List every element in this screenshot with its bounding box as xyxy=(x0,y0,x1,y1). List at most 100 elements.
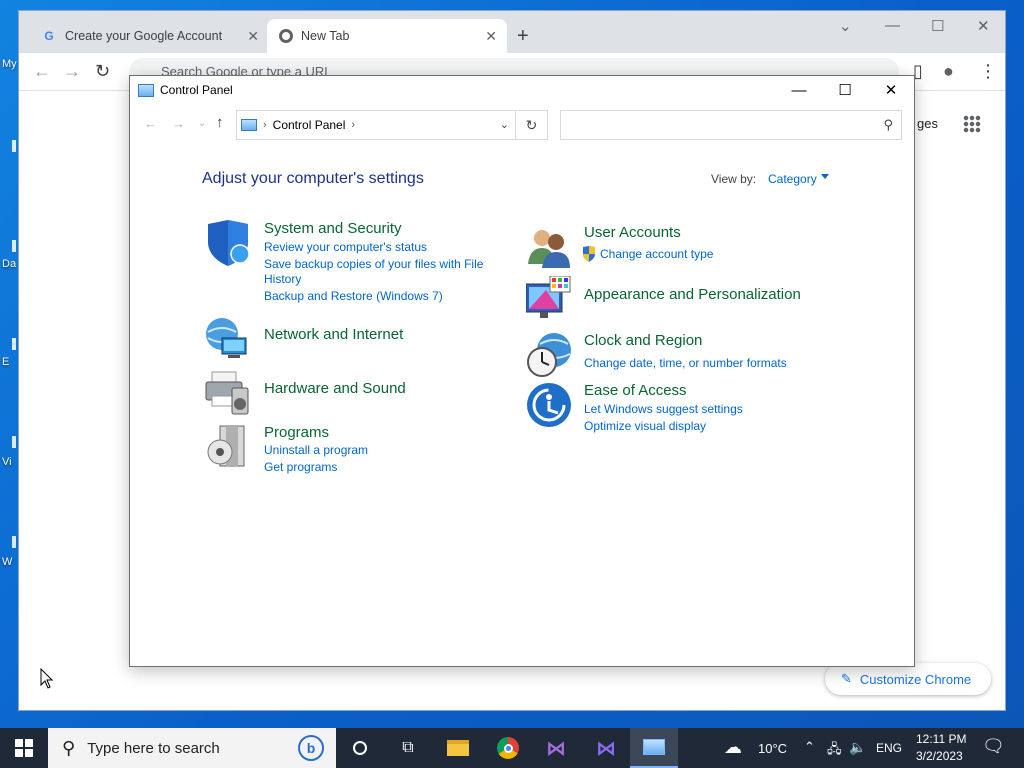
tab-search-chevron-icon[interactable]: ⌄ xyxy=(839,17,852,35)
appearance-monitor-icon[interactable] xyxy=(526,276,572,322)
network-icon[interactable]: 🖧 xyxy=(827,740,842,762)
control-panel-icon xyxy=(241,119,257,131)
clock-time[interactable]: 12:11 PM xyxy=(916,732,966,746)
menu-kebab-icon[interactable]: ⋮ xyxy=(979,61,997,82)
close-icon[interactable]: ✕ xyxy=(868,76,914,104)
maximize-icon[interactable]: ☐ xyxy=(931,17,944,35)
address-bar[interactable]: › Control Panel › ⌄ ↻ xyxy=(236,110,548,140)
forward-arrow-icon[interactable]: → xyxy=(172,116,185,131)
search-input[interactable]: ⚲ xyxy=(560,110,902,140)
printer-speaker-icon[interactable] xyxy=(204,370,250,416)
category-link[interactable]: Uninstall a program xyxy=(264,443,368,457)
shield-icon[interactable] xyxy=(204,220,250,266)
category-title[interactable]: Network and Internet xyxy=(264,326,403,343)
recent-locations-chevron-icon[interactable]: ⌄ xyxy=(198,118,206,129)
desktop-icon-label[interactable]: E xyxy=(2,356,9,368)
desktop-icon[interactable] xyxy=(12,536,16,548)
search-icon: ⚲ xyxy=(62,737,76,758)
minimize-icon[interactable]: — xyxy=(776,76,822,104)
search-icon: ⚲ xyxy=(883,117,893,132)
task-view-icon[interactable]: ⧉ xyxy=(384,728,432,768)
category-title[interactable]: Ease of Access xyxy=(584,382,687,399)
show-hidden-icons-chevron-icon[interactable]: ⌃ xyxy=(804,739,815,755)
back-arrow-icon[interactable]: ← xyxy=(144,116,157,131)
dropdown-arrow-icon[interactable] xyxy=(821,174,829,179)
view-by-label: View by: xyxy=(711,172,757,186)
tab-new-tab[interactable]: New Tab ✕ xyxy=(267,19,507,53)
breadcrumb-separator-icon[interactable]: › xyxy=(351,119,355,131)
task-view-circle-icon[interactable] xyxy=(336,728,384,768)
google-favicon-icon: G xyxy=(44,29,54,43)
up-arrow-icon[interactable]: ↑ xyxy=(216,114,224,131)
visual-studio-blend-icon[interactable]: ⋈ xyxy=(582,728,630,768)
category-title[interactable]: Hardware and Sound xyxy=(264,380,406,397)
category-link[interactable]: Get programs xyxy=(264,460,337,474)
desktop-icon-label[interactable]: Vi xyxy=(2,456,12,468)
customize-chrome-label: Customize Chrome xyxy=(859,671,972,687)
category-link[interactable]: Optimize visual display xyxy=(584,419,706,433)
notification-icon[interactable]: 🗨 xyxy=(982,736,1005,757)
control-panel-taskbar-icon[interactable] xyxy=(630,728,678,768)
bing-icon[interactable]: b xyxy=(298,735,324,761)
category-link[interactable]: Save backup copies of your files with Fi… xyxy=(264,257,483,271)
desktop-icon[interactable] xyxy=(12,140,16,152)
category-title[interactable]: Clock and Region xyxy=(584,332,702,349)
category-title[interactable]: Programs xyxy=(264,424,329,441)
programs-disc-icon[interactable] xyxy=(204,424,250,470)
desktop-icon-label[interactable]: My xyxy=(2,58,17,70)
address-dropdown-chevron-icon[interactable]: ⌄ xyxy=(500,118,509,131)
file-explorer-icon[interactable] xyxy=(434,728,482,768)
chrome-icon[interactable] xyxy=(484,728,532,768)
volume-icon[interactable]: 🔈 xyxy=(849,739,866,756)
desktop-icon-label[interactable]: W xyxy=(2,556,12,568)
category-link[interactable]: Let Windows suggest settings xyxy=(584,402,743,416)
category-title[interactable]: System and Security xyxy=(264,220,402,237)
clock-globe-icon[interactable] xyxy=(526,332,572,378)
ease-of-access-icon[interactable] xyxy=(526,382,572,428)
taskbar-search-placeholder: Type here to search xyxy=(87,739,220,757)
images-link[interactable]: ges xyxy=(917,116,938,131)
user-accounts-icon[interactable] xyxy=(526,224,572,270)
minimize-icon[interactable]: — xyxy=(885,17,900,34)
weather-temperature[interactable]: 10°C xyxy=(758,741,787,756)
forward-arrow-icon[interactable]: → xyxy=(63,61,81,82)
desktop-icon-label[interactable]: Da xyxy=(2,258,16,270)
refresh-icon[interactable]: ↻ xyxy=(515,111,547,139)
new-tab-icon[interactable]: + xyxy=(517,25,529,48)
control-panel-titlebar[interactable]: Control Panel — ☐ ✕ xyxy=(130,76,914,104)
taskbar-search-box[interactable]: ⚲ Type here to search b xyxy=(48,728,336,768)
category-link[interactable]: Change date, time, or number formats xyxy=(584,356,787,370)
navigation-bar: ← → ⌄ ↑ › Control Panel › ⌄ ↻ ⚲ xyxy=(130,104,914,144)
language-indicator[interactable]: ENG xyxy=(876,741,902,755)
breadcrumb[interactable]: Control Panel xyxy=(273,118,346,132)
weather-cloud-icon[interactable]: ☁ xyxy=(724,737,742,758)
mouse-cursor-icon xyxy=(40,668,54,689)
desktop-icon[interactable] xyxy=(12,240,16,252)
desktop-icon[interactable] xyxy=(12,338,16,350)
window-title: Control Panel xyxy=(160,83,233,97)
taskbar: ⚲ Type here to search b ⧉ ⋈ ⋈ ☁ 10°C ⌃ 🖧… xyxy=(0,728,1024,768)
back-arrow-icon[interactable]: ← xyxy=(33,61,51,82)
close-tab-icon[interactable]: ✕ xyxy=(485,28,497,45)
network-globe-icon[interactable] xyxy=(204,316,250,362)
visual-studio-icon[interactable]: ⋈ xyxy=(532,728,580,768)
close-tab-icon[interactable]: ✕ xyxy=(247,28,259,45)
customize-chrome-button[interactable]: ✎ Customize Chrome xyxy=(825,663,991,695)
view-by-dropdown[interactable]: Category xyxy=(768,172,817,186)
category-link[interactable]: Review your computer's status xyxy=(264,240,427,254)
desktop-icon[interactable] xyxy=(12,436,16,448)
close-icon[interactable]: ✕ xyxy=(977,17,990,35)
clock-date[interactable]: 3/2/2023 xyxy=(916,749,963,763)
breadcrumb-separator-icon: › xyxy=(263,119,267,131)
reload-icon[interactable]: ↻ xyxy=(95,61,110,82)
start-button[interactable] xyxy=(0,728,48,768)
category-title[interactable]: User Accounts xyxy=(584,224,681,241)
maximize-icon[interactable]: ☐ xyxy=(822,76,868,104)
category-link[interactable]: Backup and Restore (Windows 7) xyxy=(264,289,443,303)
category-link[interactable]: History xyxy=(264,272,301,286)
google-apps-grid-icon[interactable] xyxy=(963,115,981,133)
profile-avatar-icon[interactable]: ● xyxy=(943,61,954,82)
tab-create-google-account[interactable]: G Create your Google Account ✕ xyxy=(29,19,269,53)
category-link[interactable]: Change account type xyxy=(600,247,713,261)
category-title[interactable]: Appearance and Personalization xyxy=(584,286,801,303)
